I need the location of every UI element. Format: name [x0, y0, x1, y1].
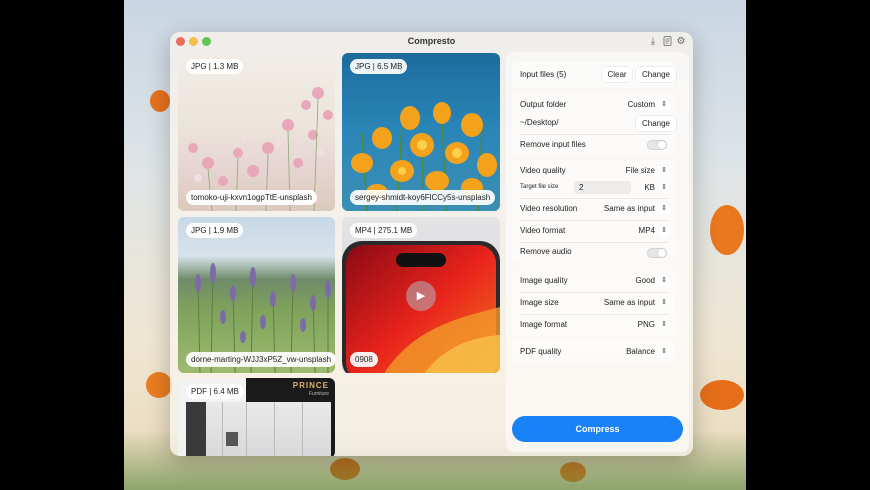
file-type-size-badge: JPG | 1.3 MB: [186, 59, 244, 74]
flower-decoration: [150, 90, 170, 112]
image-size-label: Image size: [520, 298, 559, 307]
image-quality-label: Image quality: [520, 276, 568, 285]
pdf-quality-row[interactable]: PDF quality Balance ⇕: [520, 342, 669, 362]
chevron-updown-icon[interactable]: ⇕: [659, 225, 669, 236]
titlebar: Compresto ⤓ ⚙: [170, 32, 693, 52]
image-size-row[interactable]: Image size Same as input ⇕: [520, 293, 669, 313]
window-title: Compresto: [407, 36, 456, 46]
image-size-value: Same as input: [603, 298, 655, 307]
remove-audio-toggle[interactable]: [647, 248, 667, 258]
file-name-label: dorne-marting-WJJ3xP5Z_vw-unsplash: [186, 352, 335, 367]
target-file-size-row: Target file size 2 KB ⇕: [520, 177, 669, 197]
file-tile[interactable]: ▶ MP4 | 275.1 MB 0908: [342, 217, 500, 373]
remove-audio-row: Remove audio: [520, 242, 669, 262]
target-file-size-input[interactable]: 2: [574, 181, 631, 194]
input-files-row: Input files (5) Clear Change: [520, 65, 676, 85]
change-output-button[interactable]: Change: [636, 116, 676, 131]
orange-poppies-thumbnail: [351, 102, 497, 211]
output-path-row: ~/Desktop/ Change: [520, 113, 676, 133]
remove-audio-label: Remove audio: [520, 247, 572, 256]
file-type-size-badge: MP4 | 275.1 MB: [350, 223, 418, 238]
image-format-row[interactable]: Image format PNG ⇕: [520, 315, 669, 335]
app-window: Compresto ⤓ ⚙ JPG | 1.3 MB tomoko-uji-kx…: [170, 32, 693, 456]
chevron-updown-icon[interactable]: ⇕: [659, 275, 669, 286]
pdf-quality-label: PDF quality: [520, 347, 562, 356]
download-icon[interactable]: ⤓: [648, 36, 658, 47]
target-file-size-unit: KB: [644, 183, 655, 192]
gear-icon[interactable]: ⚙: [676, 36, 686, 47]
file-name-label: 0908: [350, 352, 378, 367]
file-tile[interactable]: JPG | 1.9 MB dorne-marting-WJJ3xP5Z_vw-u…: [178, 217, 335, 373]
brand-text: PRINCE: [292, 381, 329, 390]
video-quality-label: Video quality: [520, 166, 566, 175]
chevron-updown-icon[interactable]: ⇕: [659, 203, 669, 214]
chevron-updown-icon[interactable]: ⇕: [659, 99, 669, 110]
flower-decoration: [146, 372, 172, 398]
video-resolution-row[interactable]: Video resolution Same as input ⇕: [520, 199, 669, 219]
input-files-label: Input files (5): [520, 70, 567, 79]
image-format-value: PNG: [637, 320, 655, 329]
letterbox-left: [0, 0, 124, 490]
remove-input-files-label: Remove input files: [520, 140, 586, 149]
chevron-updown-icon[interactable]: ⇕: [659, 297, 669, 308]
remove-input-files-row: Remove input files: [520, 135, 669, 155]
file-name-label: tomoko-uji-kxvn1ogpTtE-unsplash: [186, 190, 317, 205]
lavender-field-thumbnail: [195, 263, 331, 373]
video-resolution-value: Same as input: [603, 204, 655, 213]
flower-decoration: [700, 380, 744, 410]
output-folder-label: Output folder: [520, 100, 567, 109]
file-type-size-badge: JPG | 6.5 MB: [350, 59, 408, 74]
file-type-size-badge: PDF | 6.4 MB: [186, 384, 244, 399]
output-group: Output folder Custom ⇕ ~/Desktop/ Change…: [512, 93, 676, 155]
compress-button[interactable]: Compress: [512, 416, 683, 442]
video-quality-value: File size: [625, 166, 655, 175]
chevron-updown-icon[interactable]: ⇕: [659, 319, 669, 330]
video-format-label: Video format: [520, 226, 566, 235]
pdf-quality-value: Balance: [626, 347, 655, 356]
flower-decoration: [710, 205, 744, 255]
video-resolution-label: Video resolution: [520, 204, 578, 213]
settings-panel: Input files (5) Clear Change Output fold…: [506, 52, 689, 452]
chevron-updown-icon[interactable]: ⇕: [659, 182, 669, 193]
video-group: Video quality File size ⇕ Target file si…: [512, 160, 675, 262]
play-icon[interactable]: ▶: [406, 281, 436, 311]
remove-input-files-toggle[interactable]: [647, 140, 667, 150]
brand-sub-text: Furniture: [308, 391, 329, 397]
letterbox-right: [746, 0, 870, 490]
kitchen-cabinets-graphic: [186, 402, 331, 456]
file-tile[interactable]: PRINCE Furniture PDF | 6.4 MB: [178, 378, 335, 456]
change-input-button[interactable]: Change: [636, 67, 676, 82]
image-format-label: Image format: [520, 320, 568, 329]
clear-button[interactable]: Clear: [602, 67, 632, 82]
video-format-row[interactable]: Video format MP4 ⇕: [520, 221, 669, 241]
pdf-group: PDF quality Balance ⇕: [512, 341, 675, 363]
output-folder-row[interactable]: Output folder Custom ⇕: [520, 95, 669, 115]
input-files-group: Input files (5) Clear Change: [512, 62, 676, 88]
file-tile[interactable]: JPG | 1.3 MB tomoko-uji-kxvn1ogpTtE-unsp…: [178, 53, 335, 211]
image-group: Image quality Good ⇕ Image size Same as …: [512, 270, 675, 336]
image-quality-row[interactable]: Image quality Good ⇕: [520, 271, 669, 291]
video-format-value: MP4: [638, 226, 655, 235]
pink-flowers-thumbnail: [188, 87, 333, 211]
chevron-updown-icon[interactable]: ⇕: [659, 346, 669, 357]
output-path-label: ~/Desktop/: [520, 118, 559, 127]
target-file-size-label: Target file size: [520, 184, 559, 190]
output-folder-value: Custom: [627, 100, 655, 109]
document-icon[interactable]: [662, 36, 672, 47]
chevron-updown-icon[interactable]: ⇕: [659, 165, 669, 176]
file-name-label: sergey-shmidt-koy6FlCCy5s-unsplash: [350, 190, 496, 205]
image-quality-value: Good: [635, 276, 655, 285]
file-tile[interactable]: JPG | 6.5 MB sergey-shmidt-koy6FlCCy5s-u…: [342, 53, 500, 211]
file-type-size-badge: JPG | 1.9 MB: [186, 223, 244, 238]
